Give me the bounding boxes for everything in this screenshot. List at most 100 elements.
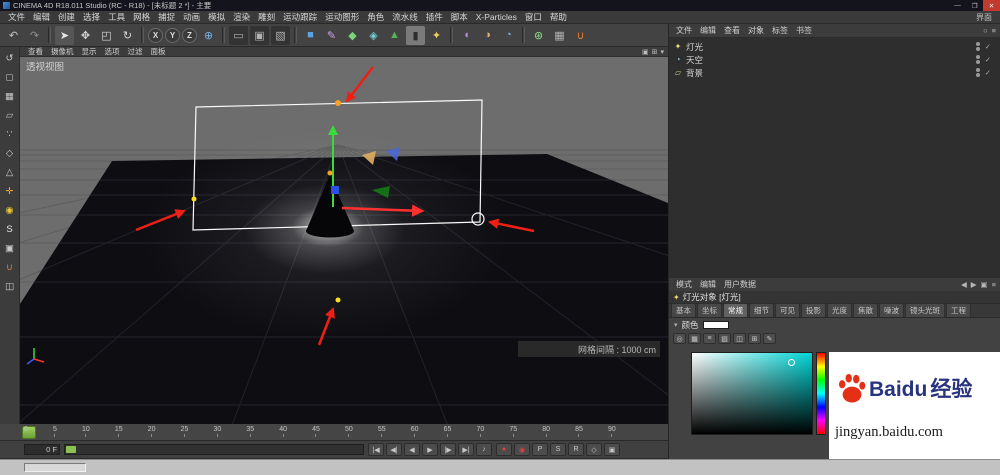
color-hue-strip[interactable] [816, 352, 826, 435]
attribute-menu-item[interactable]: 用户数据 [720, 279, 760, 290]
viewport-menu-item[interactable]: 显示 [78, 46, 101, 57]
enable-check-icon[interactable]: ✓ [985, 42, 991, 51]
falloff-handle[interactable] [336, 298, 341, 303]
enable-check-icon[interactable]: ✓ [985, 55, 991, 64]
timeline-tick[interactable]: 20 [148, 426, 156, 437]
lock-z-axis-icon[interactable]: Z [182, 28, 197, 43]
attribute-tab[interactable]: 坐标 [697, 303, 722, 317]
redo-icon[interactable]: ↷ [25, 26, 44, 45]
points-mode-icon[interactable]: ∵ [2, 127, 18, 142]
om-search-icon[interactable]: ○ [983, 26, 988, 35]
attribute-tab[interactable]: 可见 [775, 303, 800, 317]
attribute-tab[interactable]: 光度 [827, 303, 852, 317]
coordinate-system-icon[interactable]: ⊕ [199, 26, 218, 45]
timeline-tick[interactable]: 70 [476, 426, 484, 437]
menu-item[interactable]: 创建 [54, 11, 79, 23]
object-manager-menu-item[interactable]: 查看 [720, 25, 744, 36]
deformer-icon[interactable]: ◖ [457, 26, 476, 45]
am-back-icon[interactable]: ◀ [961, 280, 967, 289]
menu-item[interactable]: 捕捉 [154, 11, 179, 23]
quantize-icon[interactable]: ◫ [2, 279, 18, 294]
menu-item[interactable]: 选择 [79, 11, 104, 23]
record-scale-button[interactable]: S [550, 443, 566, 456]
enable-check-icon[interactable]: ✓ [985, 68, 991, 77]
menu-item[interactable]: 流水线 [388, 11, 422, 23]
timeline-tick[interactable]: 60 [411, 426, 419, 437]
move-tool-icon[interactable]: ✥ [76, 26, 95, 45]
menu-item[interactable]: 文件 [4, 11, 29, 23]
object-manager-menu-item[interactable]: 标签 [768, 25, 792, 36]
undo-icon[interactable]: ↶ [4, 26, 23, 45]
camera-icon[interactable]: ▮ [406, 26, 425, 45]
interactive-render-region-icon[interactable]: ▦ [550, 26, 569, 45]
physical-sky-icon[interactable]: ◔ [499, 26, 518, 45]
enable-axis-icon[interactable]: ✛ [2, 184, 18, 199]
attribute-menu-item[interactable]: 模式 [672, 279, 696, 290]
render-view-icon[interactable]: ▭ [229, 26, 248, 45]
viewport-maximize-icon[interactable]: ▣ [642, 48, 649, 56]
color-saturation-value-field[interactable] [691, 352, 813, 435]
cone-apex-handle[interactable] [328, 171, 333, 176]
color-swatches-icon[interactable]: ⊞ [748, 333, 761, 344]
am-menu-icon[interactable]: ≡ [992, 280, 996, 289]
attribute-tab[interactable]: 常规 [723, 303, 748, 317]
record-parameter-button[interactable]: ◇ [586, 443, 602, 456]
texture-mode-icon[interactable]: ▦ [2, 89, 18, 104]
play-button[interactable]: ▶ [422, 443, 438, 456]
object-manager-menu-item[interactable]: 编辑 [696, 25, 720, 36]
edges-mode-icon[interactable]: ◇ [2, 146, 18, 161]
collapse-arrow-icon[interactable]: ▾ [674, 321, 678, 329]
make-editable-icon[interactable]: ↺ [2, 51, 18, 66]
live-selection-icon[interactable]: ➤ [55, 26, 74, 45]
object-row-background[interactable]: ▱ 背景 ✓ [669, 66, 1000, 79]
menu-item[interactable]: 雕刻 [254, 11, 279, 23]
next-key-button[interactable]: |▶ [440, 443, 456, 456]
viewport-options-icon[interactable]: ▾ [660, 48, 664, 56]
timeline-ruler[interactable]: 051015202530354045505560657075808590 [0, 424, 668, 441]
play-sound-button[interactable]: ♪ [476, 443, 492, 456]
timeline-tick[interactable]: 30 [213, 426, 221, 437]
timeline-tick[interactable]: 55 [378, 426, 386, 437]
maximize-button[interactable]: ❐ [966, 0, 983, 11]
visibility-dots[interactable] [976, 55, 980, 64]
subdivision-surface-icon[interactable]: ◆ [343, 26, 362, 45]
timeline-tick[interactable]: 10 [82, 426, 90, 437]
timeline-tick[interactable]: 80 [542, 426, 550, 437]
rotate-tool-icon[interactable]: ↻ [118, 26, 137, 45]
timeline-tick[interactable]: 35 [246, 426, 254, 437]
menu-item[interactable]: 动画 [179, 11, 204, 23]
lock-x-axis-icon[interactable]: X [148, 28, 163, 43]
workplane-mode-icon[interactable]: ▱ [2, 108, 18, 123]
om-layer-icon[interactable]: ≡ [992, 26, 996, 35]
attribute-tab[interactable]: 细节 [749, 303, 774, 317]
close-button[interactable]: ✕ [983, 0, 1000, 11]
menu-item[interactable]: 网格 [129, 11, 154, 23]
am-lock-icon[interactable]: ▣ [981, 280, 988, 289]
viewport-menu-item[interactable]: 查看 [24, 46, 47, 57]
viewport-split-icon[interactable]: ⊞ [652, 48, 658, 56]
frame-left-handle[interactable] [192, 197, 197, 202]
timeline-tick[interactable]: 0 [24, 426, 28, 437]
goto-end-button[interactable]: ▶| [458, 443, 474, 456]
mograph-icon[interactable]: ⊛ [529, 26, 548, 45]
object-manager-menu-item[interactable]: 对象 [744, 25, 768, 36]
viewport-menu-item[interactable]: 面板 [147, 46, 170, 57]
workplane-snap-icon[interactable]: ▣ [2, 241, 18, 256]
timeline-tick[interactable]: 90 [608, 426, 616, 437]
viewport-menu-item[interactable]: 过滤 [124, 46, 147, 57]
eyedropper-icon[interactable]: ✎ [763, 333, 776, 344]
color-spectrum-icon[interactable]: ▦ [688, 333, 701, 344]
menu-item[interactable]: 插件 [422, 11, 447, 23]
light-icon[interactable]: ✦ [427, 26, 446, 45]
timeline-tick[interactable]: 75 [509, 426, 517, 437]
record-button[interactable]: ● [496, 443, 512, 456]
frame-top-handle[interactable] [335, 100, 341, 106]
attribute-tab[interactable]: 投影 [801, 303, 826, 317]
object-manager-menu-item[interactable]: 书签 [792, 25, 816, 36]
menu-item[interactable]: 窗口 [521, 11, 546, 23]
color-wheel-icon[interactable]: ◎ [673, 333, 686, 344]
viewport[interactable]: 透视视图 网格间隔 : 1000 cm [20, 57, 668, 424]
timeline-tick[interactable]: 65 [444, 426, 452, 437]
menu-item[interactable]: 角色 [363, 11, 388, 23]
visibility-dots[interactable] [976, 42, 980, 51]
